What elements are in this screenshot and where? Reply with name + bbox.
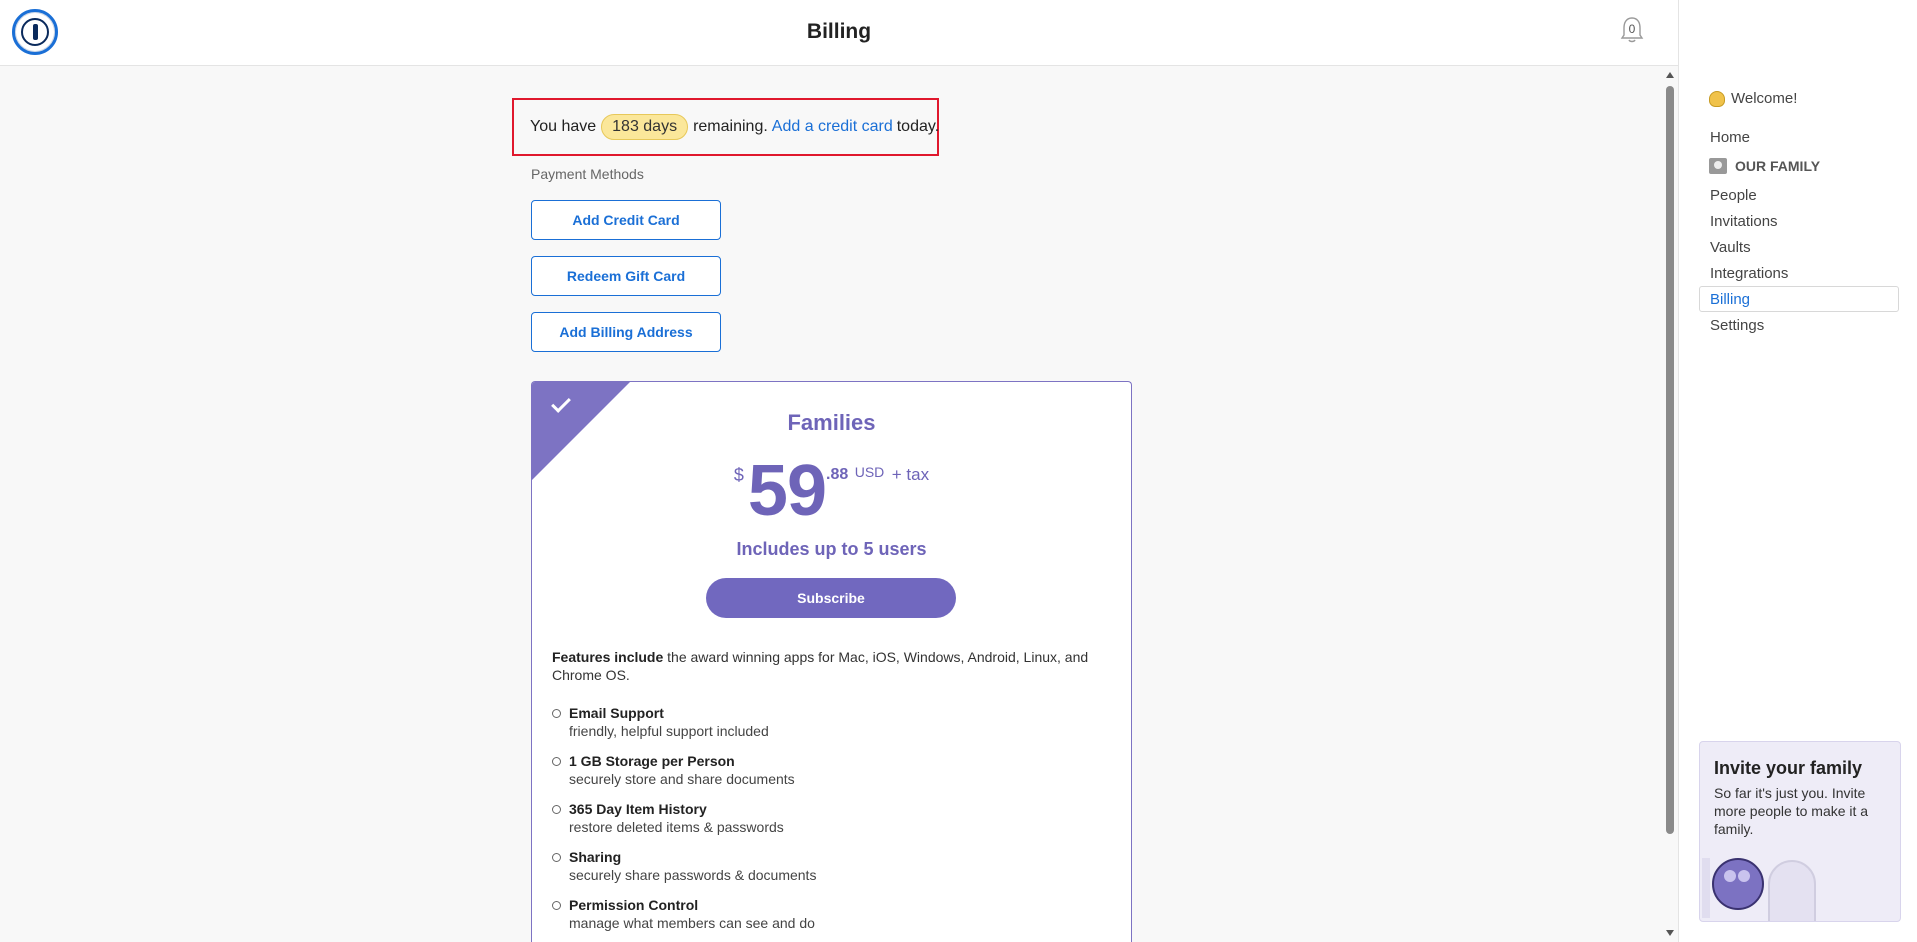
feature-list: Email Support friendly, helpful support … — [552, 704, 1112, 942]
add-credit-card-button[interactable]: Add Credit Card — [531, 200, 721, 240]
door-illustration — [1768, 860, 1816, 921]
family-avatar-illustration-icon — [1712, 858, 1764, 910]
features-intro: Features include the award winning apps … — [552, 648, 1112, 684]
price-whole: 59 — [747, 451, 827, 531]
invite-text: So far it's just you. Invite more people… — [1714, 785, 1869, 837]
notice-prefix: You have — [530, 118, 597, 135]
feature-desc: friendly, helpful support included — [569, 723, 769, 739]
sidebar-item-settings[interactable]: Settings — [1699, 312, 1899, 338]
notice-suffix: today. — [896, 118, 940, 135]
days-remaining-badge: 183 days — [601, 114, 689, 140]
scroll-up-arrow-icon[interactable] — [1666, 72, 1674, 78]
price-tax: + tax — [891, 465, 930, 484]
feature-title: Sharing — [569, 849, 622, 865]
sidebar-item-invitations[interactable]: Invitations — [1699, 208, 1899, 234]
redeem-gift-card-button[interactable]: Redeem Gift Card — [531, 256, 721, 296]
trial-notice: You have 183 days remaining. Add a credi… — [512, 98, 939, 156]
feature-desc: restore deleted items & passwords — [569, 819, 784, 835]
family-avatar-icon — [1709, 158, 1727, 174]
scroll-down-arrow-icon[interactable] — [1666, 930, 1674, 936]
sidebar-nav: Home OUR FAMILY People Invitations Vault… — [1699, 124, 1899, 338]
feature-title: 365 Day Item History — [569, 801, 707, 817]
feature-title: Email Support — [569, 705, 664, 721]
welcome-message: Welcome! — [1709, 90, 1797, 107]
notification-count: 0 — [1628, 22, 1636, 36]
feature-desc: securely share passwords & documents — [569, 867, 817, 883]
main-scrollbar[interactable] — [1662, 70, 1678, 942]
plan-price: $59.88 USD + tax — [532, 450, 1131, 532]
feature-desc: securely store and share documents — [569, 771, 795, 787]
window-illustration — [1702, 858, 1710, 918]
top-header: Billing 0 — [0, 0, 1678, 66]
add-credit-card-link[interactable]: Add a credit card — [772, 118, 893, 136]
subscribe-button[interactable]: Subscribe — [706, 578, 956, 618]
sidebar-item-people[interactable]: People — [1699, 182, 1899, 208]
sidebar-item-vaults[interactable]: Vaults — [1699, 234, 1899, 260]
invite-title: Invite your family — [1714, 758, 1863, 778]
welcome-text: Welcome! — [1731, 90, 1798, 107]
waving-hand-icon — [1709, 90, 1725, 107]
plan-includes: Includes up to 5 users — [736, 539, 927, 559]
feature-desc: manage what members can see and do — [569, 915, 815, 931]
page-title: Billing — [806, 20, 872, 43]
payment-methods-label: Payment Methods — [531, 166, 644, 182]
invite-family-card[interactable]: Invite your family So far it's just you.… — [1699, 741, 1901, 922]
feature-title: 1 GB Storage per Person — [569, 753, 735, 769]
feature-item: Email Support friendly, helpful support … — [552, 704, 1112, 752]
families-plan-card: Families $59.88 USD + tax Includes up to… — [531, 381, 1132, 942]
price-unit: USD — [854, 464, 885, 480]
price-currency: $ — [733, 465, 744, 485]
plan-name: Families — [787, 410, 876, 435]
feature-item: Sharing securely share passwords & docum… — [552, 848, 1112, 896]
features-lead: Features include — [552, 649, 664, 665]
scroll-thumb[interactable] — [1666, 86, 1674, 834]
sidebar-item-home[interactable]: Home — [1699, 124, 1899, 150]
sidebar-group-label: OUR FAMILY — [1735, 158, 1821, 174]
feature-item: 365 Day Item History restore deleted ite… — [552, 800, 1112, 848]
sidebar-group-our-family[interactable]: OUR FAMILY — [1699, 150, 1899, 182]
notice-middle: remaining. — [693, 118, 768, 135]
feature-title: Permission Control — [569, 897, 699, 913]
sidebar-item-billing[interactable]: Billing — [1699, 286, 1899, 312]
price-cents: .88 — [826, 466, 849, 483]
notification-bell-icon[interactable]: 0 — [1620, 16, 1644, 44]
sidebar-item-integrations[interactable]: Integrations — [1699, 260, 1899, 286]
right-sidebar: Welcome! Home OUR FAMILY People Invitati… — [1678, 0, 1917, 942]
feature-item: Permission Control manage what members c… — [552, 896, 1112, 942]
add-billing-address-button[interactable]: Add Billing Address — [531, 312, 721, 352]
feature-item: 1 GB Storage per Person securely store a… — [552, 752, 1112, 800]
